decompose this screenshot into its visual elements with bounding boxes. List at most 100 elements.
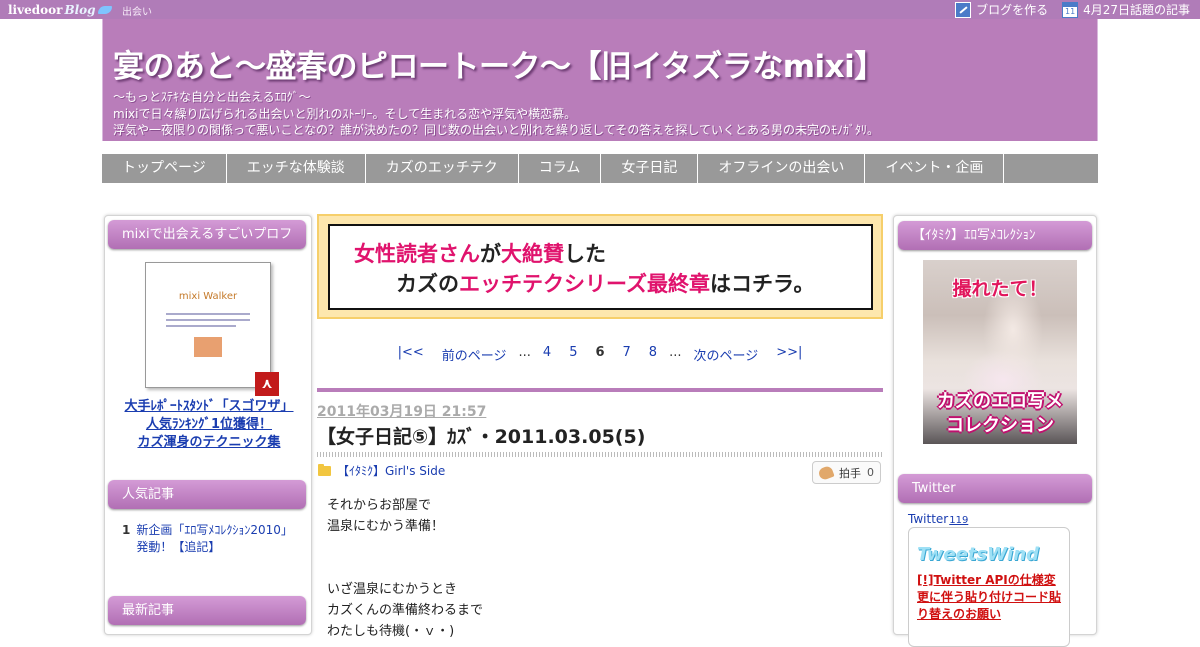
post-body: それからお部屋で 温泉にむかう準備！ いざ温泉にむかうとき カズくんの準備終わる…	[327, 495, 483, 642]
popular-link[interactable]: 新企画「ｴﾛ写ﾒｺﾚｸｼｮﾝ2010」発動！【追記】	[136, 522, 302, 556]
prof-link-line: 大手ﾚﾎﾟｰﾄｽﾀﾝﾄﾞ「スゴワザ」	[124, 399, 294, 414]
pager-page-5[interactable]: 5	[569, 345, 577, 364]
photo-caption-top: 撮れたて！	[952, 278, 1048, 300]
create-blog-label: ブログを作る	[976, 3, 1049, 17]
banner-text: はコチラ。	[709, 272, 815, 296]
pdf-thumbnail[interactable]: mixi Walker ⋏	[145, 262, 279, 396]
pdf-title: mixi Walker	[178, 291, 238, 302]
pdf-text-line	[166, 313, 250, 315]
pager-last[interactable]: >>|	[776, 345, 802, 364]
livedoor-topbar: livedoor Blog 出会い ブログを作る 11 4月27日話題の記事	[0, 0, 1200, 19]
body-line: 温泉にむかう準備！	[327, 519, 445, 534]
topic-articles-link[interactable]: 11 4月27日話題の記事	[1062, 1, 1190, 18]
photo-caption-bottom: カズのエロ写メ コレクション	[923, 390, 1077, 438]
body-line	[327, 558, 483, 579]
folder-icon	[318, 463, 331, 476]
body-line: いざ温泉にむかうとき	[327, 582, 458, 597]
body-line: わたしも待機(・ｖ・)	[327, 624, 455, 639]
left-sidebar: mixiで出会えるすごいプロフ mixi Walker ⋏ 大手ﾚﾎﾟｰﾄｽﾀﾝ…	[104, 215, 312, 635]
pager-page-8[interactable]: 8	[649, 345, 657, 364]
blog-description: ～もっとｽﾃｷな自分と出会えるｴﾛｸﾞ～ mixiで日々繰り広げられる出会いと別…	[113, 89, 879, 139]
post-category: 【ｲﾀﾐｸ】Girl's Side	[318, 462, 445, 479]
banner-text: カズの	[396, 272, 459, 296]
clap-icon	[817, 464, 835, 481]
nav-item-column[interactable]: コラム	[519, 154, 602, 183]
pager-next[interactable]: 次のページ	[693, 345, 758, 364]
pager-page-7[interactable]: 7	[623, 345, 631, 364]
twitter-image-alt: Twitter	[908, 512, 949, 526]
desc-line: mixiで日々繰り広げられる出会いと別れのｽﾄｰﾘｰ。そして生まれる恋や浮気や横…	[113, 106, 577, 121]
topic-label: 4月27日話題の記事	[1083, 3, 1190, 17]
twitter-heading: Twitter	[898, 474, 1092, 503]
sugowaza-link[interactable]: 大手ﾚﾎﾟｰﾄｽﾀﾝﾄﾞ「スゴワザ」 人気ﾗﾝｷﾝｸﾞ1位獲得！ カズ渾身のテク…	[113, 398, 305, 452]
pen-icon	[955, 1, 972, 18]
tweetswind-widget: TweetsWind [!]Twitter APIの仕様変更に伴う貼り付けコード…	[908, 527, 1070, 647]
popular-heading: 人気記事	[108, 480, 306, 509]
nav-item-techniques[interactable]: カズのエッチテク	[366, 154, 519, 183]
body-line: それからお部屋で	[327, 498, 432, 513]
logo-blog-text: Blog	[64, 2, 96, 17]
post-title[interactable]: 【女子日記⑤】ｶｽﾞ・2011.03.05(5)	[317, 422, 645, 449]
create-blog-link[interactable]: ブログを作る	[955, 1, 1048, 18]
tweetswind-logo: TweetsWind	[917, 544, 1039, 565]
photo-collection-heading: 【ｲﾀﾐｸ】ｴﾛ写ﾒｺﾚｸｼｮﾝ	[898, 221, 1092, 250]
deai-link[interactable]: 出会い	[122, 3, 152, 18]
nav-item-offline[interactable]: オフラインの出会い	[698, 154, 866, 183]
banner-text: した	[564, 242, 606, 266]
techniques-banner[interactable]: 女性読者さんが大絶賛した カズのエッチテクシリーズ最終章はコチラ。	[317, 214, 883, 319]
twitter-count: 119	[949, 515, 969, 526]
blog-header: 宴のあと～盛春のピロートーク～【旧イタズラなmixi】 ～もっとｽﾃｷな自分と出…	[102, 19, 1098, 141]
pager-page-4[interactable]: 4	[543, 345, 551, 364]
nav-item-top[interactable]: トップページ	[102, 154, 227, 183]
twitter-badge[interactable]: Twitter 119	[908, 512, 968, 526]
desc-line: ～もっとｽﾃｷな自分と出会えるｴﾛｸﾞ～	[113, 90, 311, 104]
banner-text: が	[480, 242, 501, 266]
pdf-picture	[194, 337, 222, 357]
tweetswind-notice-link[interactable]: [!]Twitter APIの仕様変更に伴う貼り付けコード貼り替えのお願い	[917, 572, 1067, 623]
right-sidebar: 【ｲﾀﾐｸ】ｴﾛ写ﾒｺﾚｸｼｮﾝ 撮れたて！ カズのエロ写メ コレクション Tw…	[893, 215, 1097, 647]
clap-label: 拍手	[839, 466, 861, 480]
prof-link-line: 人気ﾗﾝｷﾝｸﾞ1位獲得！	[145, 417, 273, 432]
photo-caption-line: コレクション	[946, 415, 1054, 436]
post-divider	[317, 388, 883, 392]
global-nav: トップページ エッチな体験談 カズのエッチテク コラム 女子日記 オフラインの出…	[102, 154, 1098, 183]
popular-rank: 1	[122, 523, 131, 537]
body-line: カズくんの準備終わるまで	[327, 603, 484, 618]
nav-item-girls-diary[interactable]: 女子日記	[601, 154, 699, 183]
pagination: |<< 前のページ ... 4 5 6 7 8 ... 次のページ >>|	[317, 345, 883, 364]
logo-text: livedoor	[8, 2, 63, 17]
bird-icon	[97, 5, 112, 14]
blog-title[interactable]: 宴のあと～盛春のピロートーク～【旧イタズラなmixi】	[113, 41, 885, 86]
clap-count: 0	[867, 466, 874, 479]
pager-ellipsis: ...	[669, 345, 682, 360]
latest-heading: 最新記事	[108, 596, 306, 625]
prof-link-line: カズ渾身のテクニック集	[137, 435, 281, 450]
banner-text: エッチテクシリーズ最終章	[459, 272, 710, 296]
dotted-divider	[317, 452, 883, 457]
post-date[interactable]: 2011年03月19日 21:57	[317, 401, 486, 421]
pdf-text-line	[166, 319, 250, 321]
banner-text: 大絶賛	[501, 242, 564, 266]
livedoor-blog-logo[interactable]: livedoor Blog	[8, 1, 112, 18]
adobe-pdf-icon: ⋏	[255, 372, 279, 396]
nav-item-events[interactable]: イベント・企画	[865, 154, 1005, 183]
desc-line: 浮気や一夜限りの関係って悪いことなの？誰が決めたの？同じ数の出会いと別れを繰り返…	[113, 123, 879, 137]
clap-button[interactable]: 拍手 0	[812, 461, 881, 484]
pager-ellipsis: ...	[518, 345, 531, 360]
popular-item: 1 新企画「ｴﾛ写ﾒｺﾚｸｼｮﾝ2010」発動！【追記】	[122, 522, 302, 556]
calendar-icon: 11	[1062, 1, 1079, 18]
photo-collection-banner[interactable]: 撮れたて！ カズのエロ写メ コレクション	[923, 260, 1077, 444]
pager-first[interactable]: |<<	[398, 345, 424, 364]
body-line	[327, 537, 483, 558]
pager-prev[interactable]: 前のページ	[442, 345, 507, 364]
nav-item-experiences[interactable]: エッチな体験談	[227, 154, 366, 183]
banner-inner: 女性読者さんが大絶賛した カズのエッチテクシリーズ最終章はコチラ。	[328, 224, 873, 310]
pdf-text-line	[166, 325, 236, 327]
banner-text: 女性読者さん	[354, 242, 480, 266]
photo-caption-line: カズのエロ写メ	[937, 391, 1063, 412]
pager-current: 6	[595, 345, 605, 360]
prof-heading: mixiで出会えるすごいプロフ	[108, 220, 306, 249]
banner-line-2: カズのエッチテクシリーズ最終章はコチラ。	[396, 268, 815, 298]
category-link[interactable]: 【ｲﾀﾐｸ】Girl's Side	[337, 462, 445, 479]
banner-line-1: 女性読者さんが大絶賛した	[354, 238, 606, 268]
